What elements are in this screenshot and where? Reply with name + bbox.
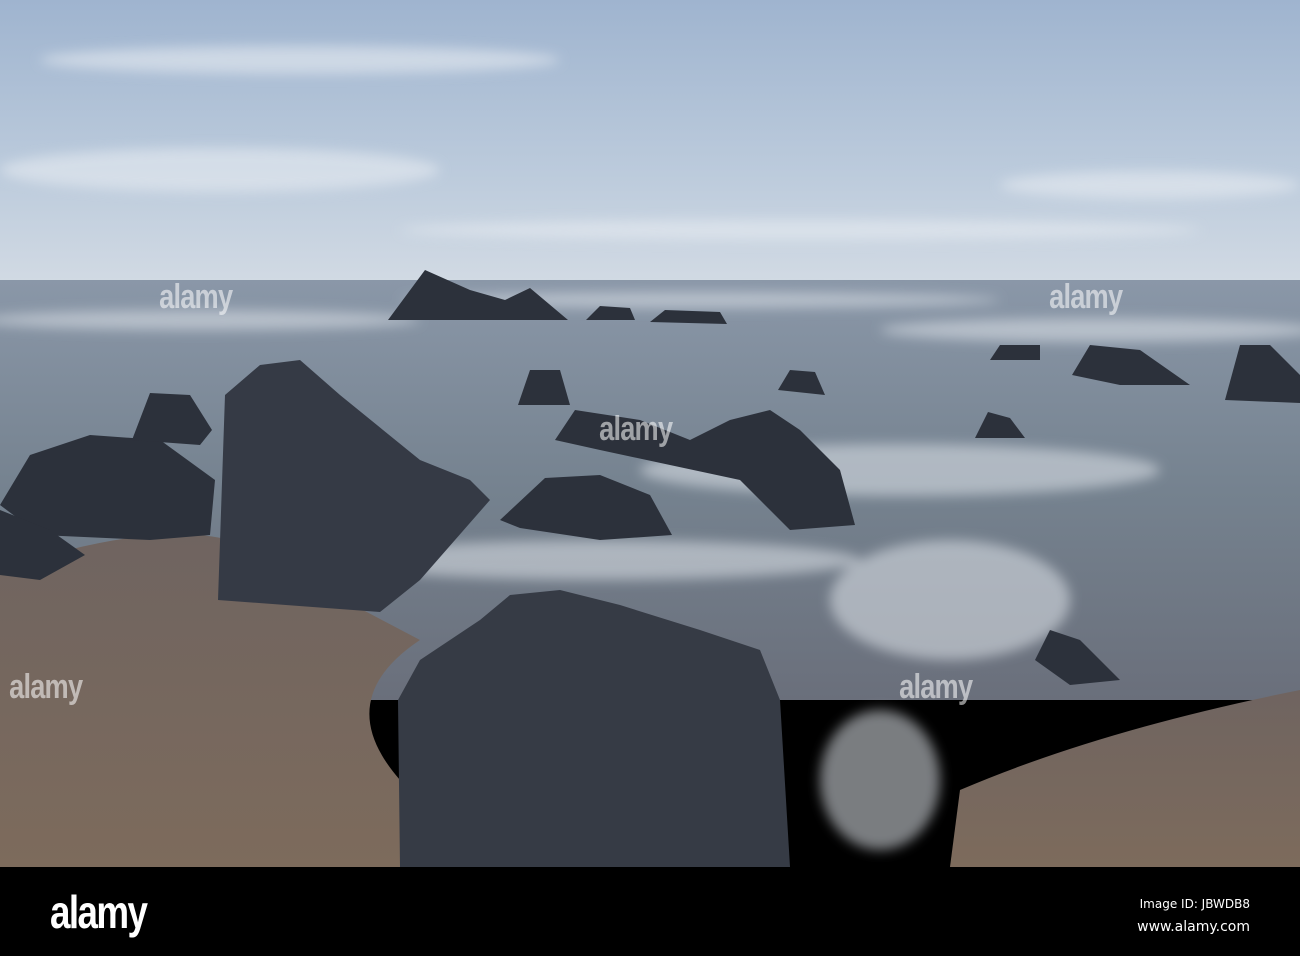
watermark: alamy bbox=[599, 410, 673, 448]
watermark: alamy bbox=[9, 668, 83, 706]
watermark: alamy bbox=[159, 278, 233, 316]
image-id: Image ID: JBWDB8 bbox=[1139, 897, 1250, 911]
watermark: alamy bbox=[899, 668, 973, 706]
watermark: alamy bbox=[1049, 278, 1123, 316]
website-url: www.alamy.com bbox=[1137, 919, 1250, 935]
sky bbox=[0, 0, 1300, 290]
sand-right bbox=[950, 690, 1300, 867]
footer-bar: alamy Image ID: JBWDB8 www.alamy.com bbox=[0, 867, 1300, 956]
alamy-logo: alamy bbox=[50, 886, 148, 938]
